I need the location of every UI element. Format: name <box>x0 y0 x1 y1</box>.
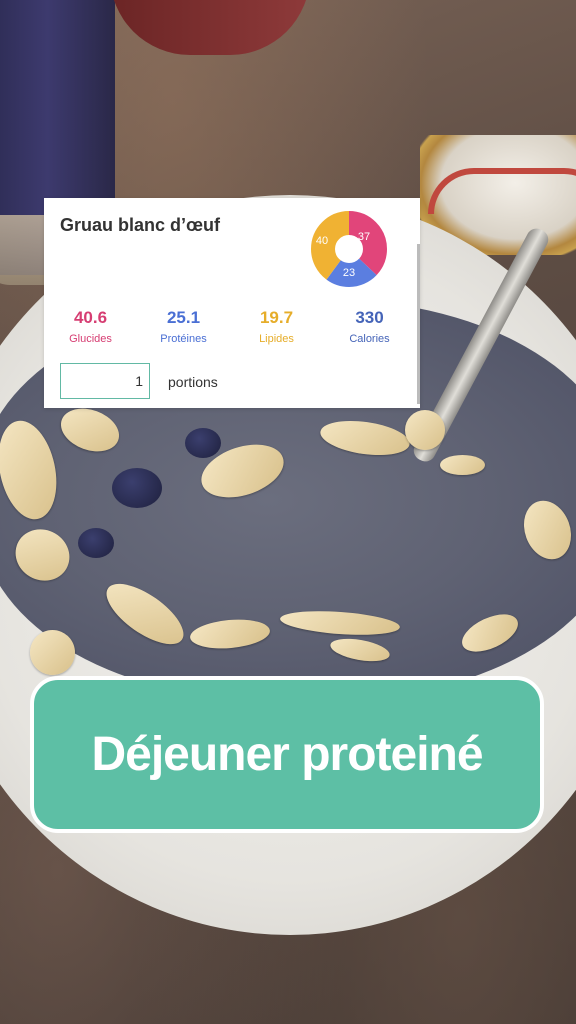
donut-label-glucides: 37 <box>358 231 370 243</box>
caption-text: Déjeuner proteiné <box>91 728 483 781</box>
donut-hole <box>338 238 360 260</box>
food-photo-background <box>0 0 576 1024</box>
card-scrollbar[interactable] <box>417 244 420 404</box>
nutrition-card: Gruau blanc d’œuf 37 23 40 40.6 Glucides… <box>44 198 420 408</box>
blueberry <box>185 428 221 458</box>
servings-unit-label: portions <box>168 374 218 390</box>
macro-value: 25.1 <box>166 308 201 327</box>
macro-lipides: 19.7 Lipides <box>230 308 323 345</box>
donut-label-lipides: 40 <box>316 235 328 247</box>
blueberry <box>78 528 114 558</box>
servings-input[interactable]: 1 <box>60 363 150 399</box>
jar-seal <box>428 168 576 214</box>
macro-donut-chart: 37 23 40 <box>311 211 387 287</box>
almond-slice <box>440 455 485 475</box>
donut-label-proteines: 23 <box>343 267 355 279</box>
almond-slice <box>405 410 445 450</box>
macro-label: Protéines <box>160 333 207 345</box>
blueberry <box>112 468 162 508</box>
macro-summary: 40.6 Glucides 25.1 Protéines 19.7 Lipide… <box>44 308 416 345</box>
almond-slice <box>30 630 75 675</box>
macro-value: 19.7 <box>259 308 294 327</box>
macro-value: 330 <box>355 308 384 327</box>
macro-value: 40.6 <box>73 308 108 327</box>
macro-glucides: 40.6 Glucides <box>44 308 137 345</box>
macro-label: Calories <box>349 333 390 345</box>
macro-calories: 330 Calories <box>323 308 416 345</box>
macro-label: Glucides <box>69 333 112 345</box>
macro-label: Lipides <box>259 333 294 345</box>
macro-proteines: 25.1 Protéines <box>137 308 230 345</box>
recipe-title: Gruau blanc d’œuf <box>60 215 220 235</box>
